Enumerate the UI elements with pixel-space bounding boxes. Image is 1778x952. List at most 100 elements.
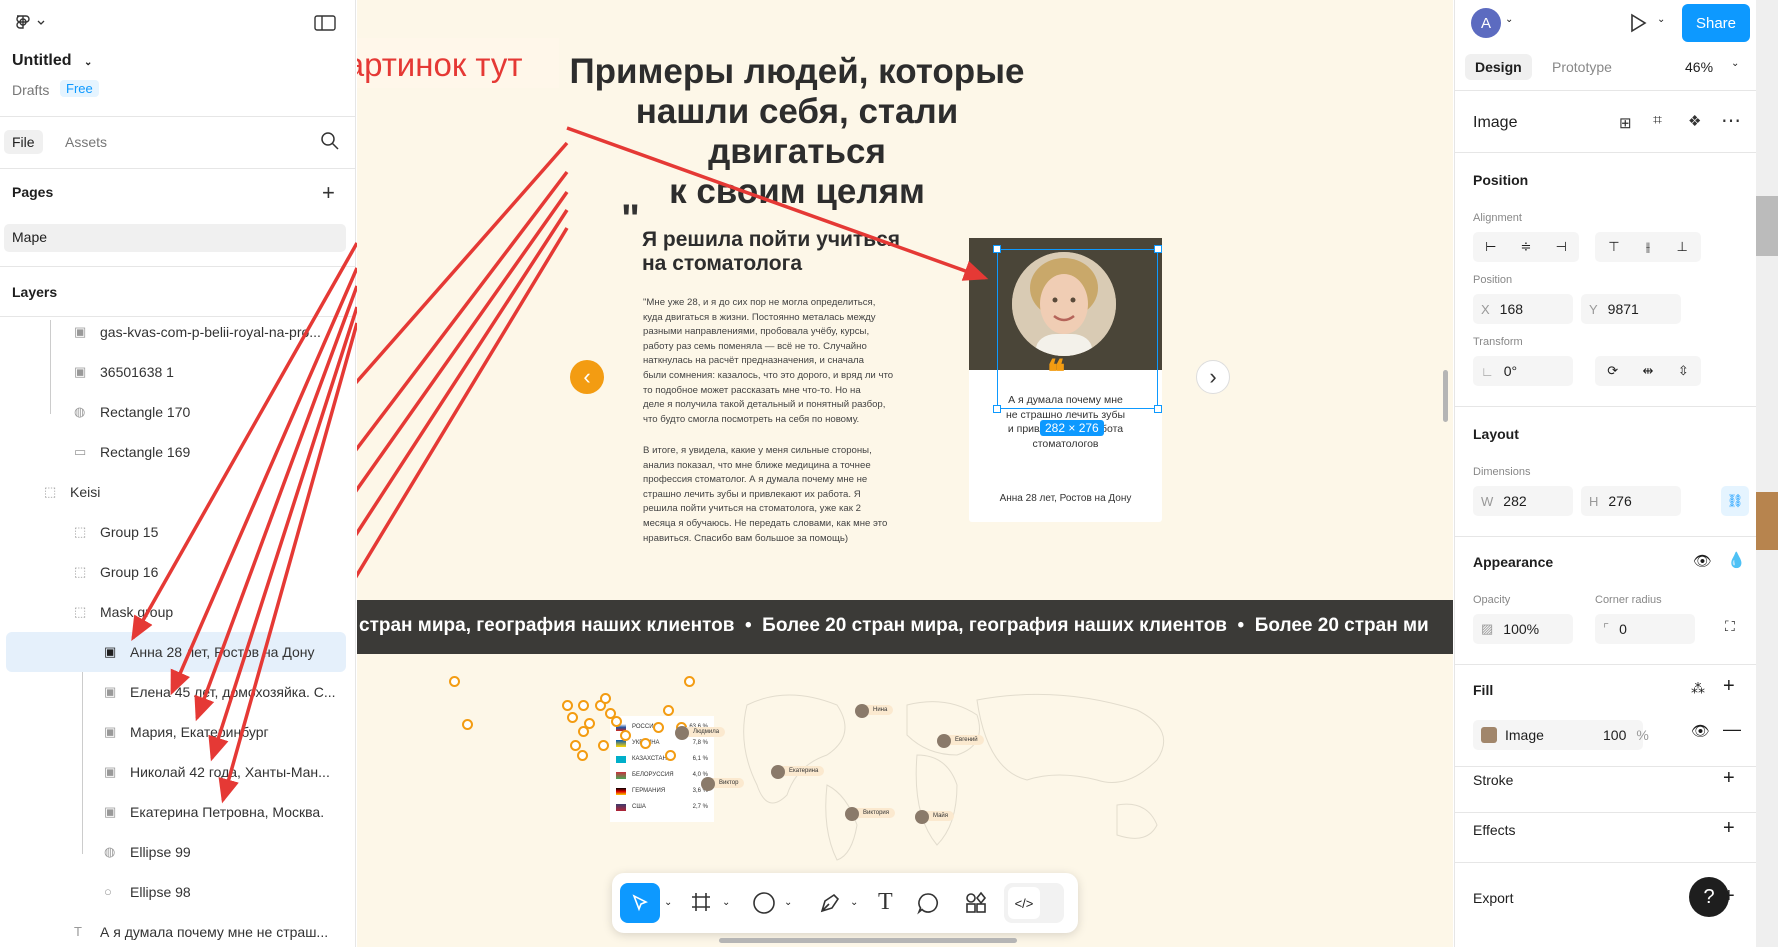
divider xyxy=(1455,812,1778,813)
avatar[interactable]: A xyxy=(1471,8,1501,38)
rotate-90-icon[interactable]: ⟳ xyxy=(1607,363,1618,379)
x-value: 168 xyxy=(1499,301,1524,317)
image-icon: ▣ xyxy=(104,684,117,699)
width-field[interactable]: W 282 xyxy=(1473,486,1573,516)
flip-vertical-icon[interactable]: ⇳ xyxy=(1678,363,1689,379)
blend-mode-icon[interactable]: 💧 xyxy=(1727,551,1746,569)
layer-row[interactable]: ◍ Ellipse 99 xyxy=(0,832,356,872)
layer-row[interactable]: ▣ gas-kvas-com-p-belii-royal-na-pro... xyxy=(0,312,356,352)
chevron-down-icon[interactable]: ⌄ xyxy=(1657,14,1665,25)
layer-label: А я думала почему мне не страш... xyxy=(100,924,329,940)
position-section-title: Position xyxy=(1473,172,1529,188)
add-effect-icon[interactable]: + xyxy=(1723,817,1735,840)
height-field[interactable]: H 276 xyxy=(1581,486,1681,516)
height-value: 276 xyxy=(1608,493,1632,509)
tab-assets[interactable]: Assets xyxy=(65,134,107,150)
corner-radius-field[interactable]: ⌜ 0 xyxy=(1595,614,1695,644)
align-right-icon[interactable]: ⊣ xyxy=(1556,239,1567,255)
image-icon: ▣ xyxy=(104,644,117,659)
opacity-field[interactable]: ▨ 100% xyxy=(1473,614,1573,644)
align-center-h-icon[interactable]: ≑ xyxy=(1521,239,1532,255)
play-icon xyxy=(1631,13,1647,33)
more-options-icon[interactable]: ⋯ xyxy=(1721,108,1741,133)
layer-row[interactable]: ▣ Анна 28 лет, Ростов на Дону xyxy=(6,632,346,672)
position-label: Position xyxy=(1473,274,1513,286)
rotation-field[interactable]: ∟ 0° xyxy=(1473,356,1573,386)
component-icon[interactable]: ❖ xyxy=(1688,112,1701,130)
layer-label: Елена 45 лет, домохозяйка. С... xyxy=(130,684,336,700)
window-edge xyxy=(1756,0,1778,947)
fill-opacity-unit: % xyxy=(1636,727,1649,743)
page-item-mape[interactable]: Mape xyxy=(4,224,346,252)
tab-file[interactable]: File xyxy=(4,130,43,154)
layer-label: Rectangle 169 xyxy=(100,444,191,460)
divider xyxy=(0,168,356,169)
canvas[interactable]: Примеры людей, которые нашли себя, стали… xyxy=(357,0,1453,947)
properties-panel: A ⌄ ⌄ Share Design Prototype 46% ⌄ Image… xyxy=(1454,0,1778,947)
tab-prototype[interactable]: Prototype xyxy=(1552,59,1612,75)
corner-radius-label: Corner radius xyxy=(1595,594,1662,606)
layer-row[interactable]: ⬚ Group 15 xyxy=(0,512,356,552)
external-scroll-thumb[interactable] xyxy=(1756,196,1778,256)
chevron-down-icon[interactable]: ⌄ xyxy=(1505,14,1513,25)
figma-logo-icon xyxy=(16,15,45,29)
layer-row[interactable]: ○ Ellipse 98 xyxy=(0,872,356,912)
rotation-icon: ∟ xyxy=(1481,363,1494,379)
image-icon: ▣ xyxy=(104,764,117,779)
layer-row[interactable]: ▣ Екатерина Петровна, Москва. xyxy=(0,792,356,832)
frame-icon: ⬚ xyxy=(74,604,87,619)
y-prefix: Y xyxy=(1589,301,1598,317)
rotation-value: 0° xyxy=(1503,363,1518,379)
align-left-icon[interactable]: ⊢ xyxy=(1485,239,1496,255)
add-page-icon[interactable]: + xyxy=(322,180,335,206)
frame-icon: ⬚ xyxy=(74,564,87,579)
main-menu-button[interactable] xyxy=(12,12,46,32)
search-icon[interactable] xyxy=(320,131,340,154)
layer-row[interactable]: ▣ 36501638 1 xyxy=(0,352,356,392)
layer-row[interactable]: ▣ Николай 42 года, Ханты-Ман... xyxy=(0,752,356,792)
x-field[interactable]: X 168 xyxy=(1473,294,1573,324)
divider xyxy=(0,266,356,267)
fill-opacity-value: 100 xyxy=(1603,727,1627,743)
eye-icon[interactable]: 👁 xyxy=(1691,722,1710,740)
align-top-icon[interactable]: ⊤ xyxy=(1608,239,1619,255)
opacity-value: 100% xyxy=(1503,621,1540,637)
layer-row[interactable]: ⬚ Mask group xyxy=(0,592,356,632)
layer-label: Group 16 xyxy=(100,564,159,580)
constrain-proportions-icon[interactable]: ⛓ xyxy=(1721,486,1749,516)
layer-row[interactable]: ▣ Мария, Екатеринбург xyxy=(0,712,356,752)
layer-row[interactable]: T А я думала почему мне не страш... xyxy=(0,912,356,952)
file-name[interactable]: Untitled ⌄ xyxy=(12,52,92,70)
y-field[interactable]: Y 9871 xyxy=(1581,294,1681,324)
tab-design[interactable]: Design xyxy=(1465,54,1532,80)
layer-row[interactable]: ⬚ Keisi xyxy=(0,472,356,512)
rectangle-icon: ▭ xyxy=(74,444,87,459)
align-bottom-icon[interactable]: ⊥ xyxy=(1676,239,1687,255)
styles-icon[interactable]: ⁂ xyxy=(1691,680,1705,697)
zoom-level[interactable]: 46% xyxy=(1685,59,1713,75)
grid-icon[interactable]: ⊞ xyxy=(1619,114,1632,132)
frame-icon: ⬚ xyxy=(44,484,57,499)
independent-corners-icon[interactable]: ⛶ xyxy=(1725,618,1735,635)
crop-icon[interactable]: ⌗ xyxy=(1653,112,1662,130)
eye-icon[interactable]: 👁 xyxy=(1693,552,1712,570)
chevron-down-icon[interactable]: ⌄ xyxy=(1731,58,1739,69)
layer-row[interactable]: ◍ Rectangle 170 xyxy=(0,392,356,432)
share-button[interactable]: Share xyxy=(1682,4,1750,42)
align-middle-icon[interactable]: ⫲ xyxy=(1646,239,1650,255)
add-fill-icon[interactable]: + xyxy=(1723,675,1735,698)
remove-fill-icon[interactable]: — xyxy=(1723,719,1741,740)
present-button[interactable] xyxy=(1628,12,1648,37)
layer-row[interactable]: ▣ Елена 45 лет, домохозяйка. С... xyxy=(0,672,356,712)
plan-badge[interactable]: Free xyxy=(60,80,99,97)
layer-row[interactable]: ▭ Rectangle 169 xyxy=(0,432,356,472)
file-location[interactable]: Drafts xyxy=(12,82,49,98)
add-stroke-icon[interactable]: + xyxy=(1723,767,1735,790)
layer-label: Мария, Екатеринбург xyxy=(130,724,269,740)
sidebar-toggle-icon[interactable] xyxy=(314,14,336,32)
help-button[interactable]: ? xyxy=(1689,877,1729,917)
fill-section-title: Fill xyxy=(1473,682,1494,698)
fill-opacity-field[interactable]: 100% xyxy=(1595,720,1653,750)
flip-horizontal-icon[interactable]: ⇹ xyxy=(1643,363,1654,379)
layer-row[interactable]: ⬚ Group 16 xyxy=(0,552,356,592)
